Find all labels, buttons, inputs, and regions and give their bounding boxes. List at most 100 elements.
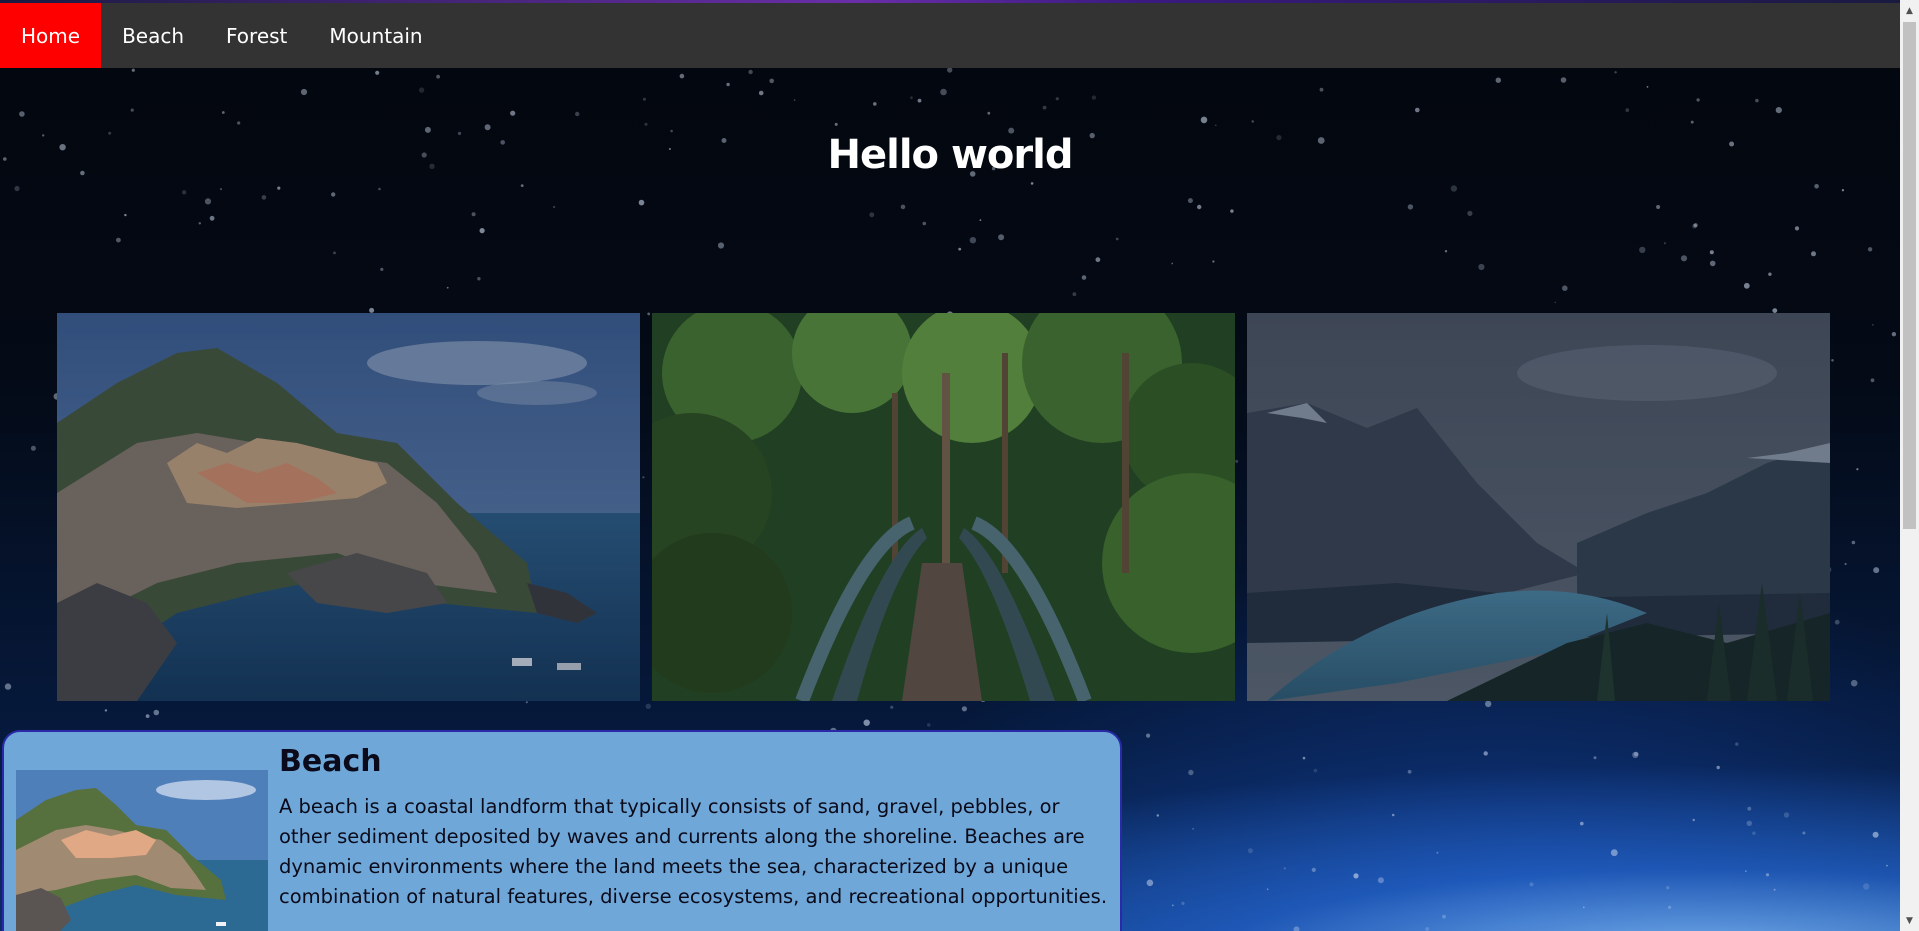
star: [1319, 87, 1324, 92]
star: [1692, 223, 1697, 229]
star: [237, 121, 241, 125]
star: [1850, 679, 1858, 687]
star: [1811, 251, 1816, 257]
star: [436, 74, 440, 79]
star: [1783, 812, 1790, 818]
star: [1856, 468, 1859, 471]
star: [1870, 378, 1875, 383]
star: [1442, 914, 1446, 919]
star: [1156, 814, 1160, 817]
star: [1625, 108, 1630, 112]
star: [1632, 751, 1639, 759]
star: [209, 215, 215, 221]
star: [1095, 257, 1101, 263]
star: [331, 192, 336, 197]
star: [380, 267, 384, 271]
scrollbar-thumb[interactable]: [1903, 22, 1916, 529]
star: [1450, 185, 1458, 192]
star: [1407, 769, 1412, 774]
card-image-beach: [16, 770, 268, 931]
star: [1765, 873, 1770, 877]
page-scrollbar[interactable]: ▲ ▼: [1900, 0, 1919, 931]
star: [1353, 873, 1359, 879]
star: [1633, 751, 1639, 757]
star: [1251, 120, 1254, 123]
star: [1735, 742, 1739, 746]
star: [1768, 272, 1772, 276]
star: [1743, 282, 1750, 289]
star: [4, 683, 12, 690]
star: [1197, 204, 1202, 210]
star: [1696, 98, 1700, 102]
star: [1215, 124, 1217, 127]
star: [1580, 821, 1584, 826]
star: [679, 73, 685, 79]
star: [1873, 567, 1880, 574]
star: [917, 98, 922, 103]
gallery-image-mountain[interactable]: [1247, 313, 1830, 701]
page: Home Beach Forest Mountain Hello world B…: [0, 0, 1919, 931]
scroll-up-arrow-icon[interactable]: ▲: [1900, 2, 1919, 19]
star: [1709, 250, 1714, 255]
star: [1863, 883, 1870, 890]
star: [1200, 116, 1208, 124]
star: [471, 212, 476, 217]
star: [1775, 107, 1782, 114]
star: [1610, 849, 1618, 857]
star: [1692, 818, 1695, 822]
star: [510, 110, 516, 116]
scroll-down-arrow-icon[interactable]: ▼: [1900, 912, 1919, 929]
star: [1529, 882, 1534, 887]
info-card-beach: Beach A beach is a coastal landform that…: [2, 730, 1122, 931]
star: [645, 703, 651, 709]
star: [300, 88, 308, 96]
star: [1415, 107, 1420, 113]
star: [1235, 459, 1239, 463]
star: [1755, 98, 1759, 103]
star: [1042, 105, 1047, 110]
star: [642, 97, 646, 101]
star: [1425, 927, 1430, 931]
star: [1485, 700, 1492, 708]
star: [998, 234, 1005, 241]
gallery-image-beach[interactable]: [57, 313, 640, 701]
card-description: A beach is a coastal landform that typic…: [279, 795, 1108, 908]
star: [1313, 768, 1318, 773]
star: [219, 188, 223, 191]
star: [1115, 237, 1119, 241]
nav-home[interactable]: Home: [0, 3, 102, 68]
star: [1668, 905, 1672, 909]
star: [1212, 260, 1215, 263]
navbar: Home Beach Forest Mountain: [0, 3, 1900, 68]
star: [525, 701, 528, 704]
star: [116, 237, 121, 243]
star: [726, 82, 730, 87]
nav-beach[interactable]: Beach: [101, 3, 205, 68]
star: [333, 251, 336, 255]
star: [575, 111, 580, 117]
star: [1690, 120, 1694, 124]
star: [277, 186, 281, 190]
gallery-image-forest[interactable]: [652, 313, 1235, 701]
star: [1467, 210, 1473, 216]
nav-mountain[interactable]: Mountain: [308, 3, 443, 68]
star: [378, 187, 381, 191]
star: [1407, 204, 1414, 210]
star: [1773, 888, 1776, 891]
star: [1841, 189, 1845, 192]
star: [1747, 806, 1752, 811]
star: [1891, 332, 1897, 337]
star: [221, 111, 225, 114]
nav-forest[interactable]: Forest: [205, 3, 308, 68]
star: [1794, 226, 1800, 231]
star: [204, 198, 212, 205]
star: [1693, 223, 1698, 228]
star: [145, 714, 150, 718]
star: [1030, 182, 1034, 185]
star: [1716, 765, 1720, 770]
star: [869, 212, 875, 218]
star: [863, 719, 870, 726]
star: [890, 705, 894, 709]
star: [1663, 242, 1666, 245]
star: [644, 122, 648, 126]
